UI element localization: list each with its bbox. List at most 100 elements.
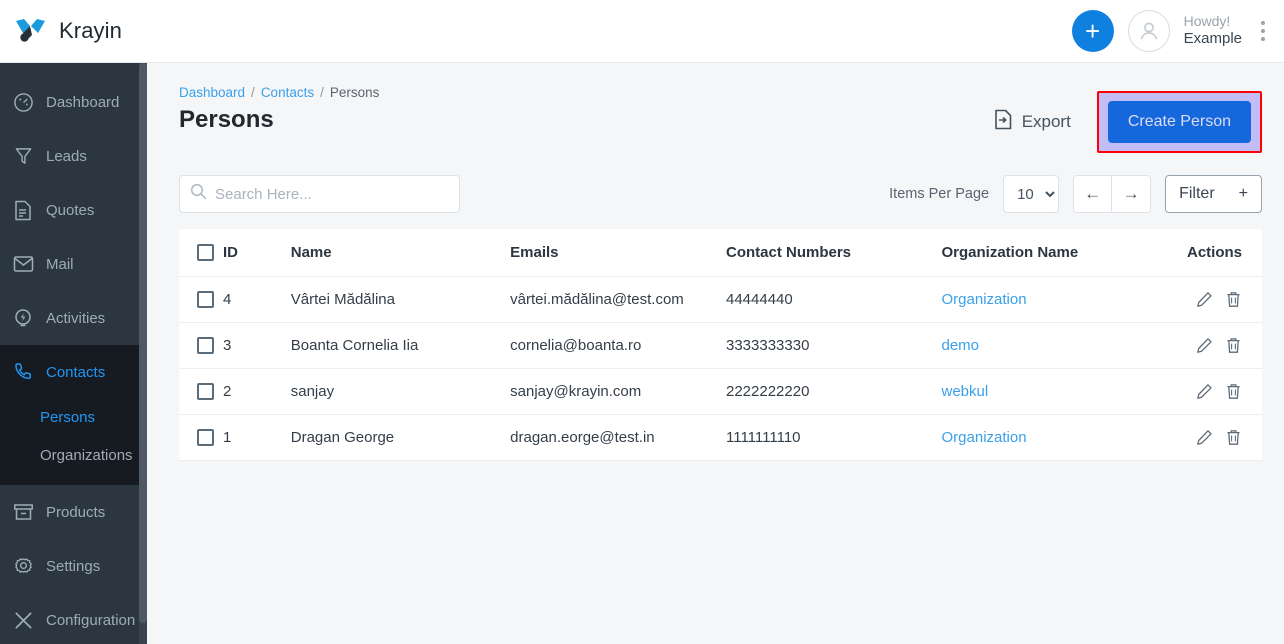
- breadcrumb-separator: /: [251, 85, 255, 100]
- cell-id: 2: [222, 368, 291, 415]
- previous-page-button[interactable]: ←: [1073, 175, 1113, 213]
- add-button[interactable]: +: [1071, 10, 1114, 52]
- sidebar-item-contacts[interactable]: Contacts: [0, 345, 147, 399]
- delete-icon[interactable]: [1225, 383, 1242, 400]
- body: Dashboard Leads Quotes Mail Activities C…: [0, 63, 1284, 644]
- pagination: ← →: [1073, 175, 1152, 213]
- box-icon: [12, 501, 34, 523]
- more-options-icon[interactable]: [1258, 17, 1268, 45]
- user-icon: [1140, 22, 1157, 40]
- sidebar-scrollbar-thumb[interactable]: [139, 63, 147, 623]
- main-content: Dashboard / Contacts / Persons Persons E…: [147, 63, 1284, 644]
- row-actions: [1187, 291, 1242, 308]
- funnel-icon: [12, 145, 34, 167]
- persons-table: ID Name Emails Contact Numbers Organizat…: [179, 229, 1262, 461]
- cell-name: Vârtei Mădălina: [290, 276, 511, 323]
- column-header-name[interactable]: Name: [290, 229, 511, 277]
- page-header-left: Dashboard / Contacts / Persons Persons: [179, 85, 379, 134]
- cell-organization: Organization: [941, 276, 1187, 323]
- sidebar-item-leads[interactable]: Leads: [0, 129, 147, 183]
- avatar[interactable]: [1127, 10, 1170, 52]
- row-checkbox[interactable]: [197, 383, 214, 400]
- create-person-button[interactable]: Create Person: [1107, 101, 1251, 143]
- sidebar-item-products[interactable]: Products: [0, 485, 147, 539]
- persons-table-card: ID Name Emails Contact Numbers Organizat…: [179, 229, 1262, 461]
- brand-name: Krayin: [59, 18, 122, 43]
- brand[interactable]: Krayin: [14, 17, 122, 45]
- items-per-page-select[interactable]: 10: [1003, 175, 1060, 213]
- table-row[interactable]: 4 Vârtei Mădălina vârtei.mădălina@test.c…: [179, 276, 1262, 323]
- organization-link[interactable]: demo: [942, 337, 980, 354]
- next-page-button[interactable]: →: [1112, 175, 1152, 213]
- sidebar-item-settings[interactable]: Settings: [0, 539, 147, 593]
- select-all-checkbox[interactable]: [197, 244, 214, 261]
- create-person-highlight: Create Person: [1096, 91, 1262, 153]
- sidebar-item-label: Quotes: [46, 201, 95, 219]
- bulb-icon: [12, 307, 34, 329]
- row-actions: [1187, 337, 1242, 354]
- cell-organization: webkul: [941, 368, 1187, 415]
- column-header-id[interactable]: ID: [222, 229, 291, 277]
- cell-id: 4: [222, 276, 291, 323]
- filter-button[interactable]: Filter +: [1165, 175, 1262, 213]
- sidebar-item-activities[interactable]: Activities: [0, 291, 147, 345]
- column-header-contact-numbers[interactable]: Contact Numbers: [726, 229, 942, 277]
- search-icon: [190, 183, 207, 205]
- app-root: Krayin + Howdy! Example Dashboard Leads …: [0, 0, 1284, 644]
- organization-link[interactable]: Organization: [942, 429, 1027, 446]
- cell-id: 3: [222, 322, 291, 369]
- sidebar-item-configuration[interactable]: Configuration: [0, 593, 147, 644]
- breadcrumb-dashboard[interactable]: Dashboard: [179, 85, 245, 100]
- dashboard-icon: [12, 91, 34, 113]
- delete-icon[interactable]: [1225, 429, 1242, 446]
- search-input[interactable]: [215, 185, 449, 203]
- export-label: Export: [1021, 112, 1071, 131]
- edit-icon[interactable]: [1196, 429, 1213, 446]
- edit-icon[interactable]: [1196, 291, 1213, 308]
- row-select-cell: [179, 322, 223, 369]
- row-actions: [1187, 429, 1242, 446]
- page-header: Dashboard / Contacts / Persons Persons E…: [179, 85, 1262, 153]
- organization-link[interactable]: Organization: [942, 291, 1027, 308]
- top-bar-right: + Howdy! Example: [1071, 10, 1268, 52]
- delete-icon[interactable]: [1225, 291, 1242, 308]
- edit-icon[interactable]: [1196, 337, 1213, 354]
- sidebar-group-contacts: Contacts Persons Organizations: [0, 345, 147, 485]
- sidebar-item-quotes[interactable]: Quotes: [0, 183, 147, 237]
- search-box[interactable]: [179, 175, 460, 213]
- table-row[interactable]: 3 Boanta Cornelia Iia cornelia@boanta.ro…: [179, 322, 1262, 369]
- edit-icon[interactable]: [1196, 383, 1213, 400]
- export-button[interactable]: Export: [984, 101, 1081, 143]
- table-row[interactable]: 2 sanjay sanjay@krayin.com 2222222220 we…: [179, 368, 1262, 415]
- cell-name: Dragan George: [290, 414, 511, 461]
- delete-icon[interactable]: [1225, 337, 1242, 354]
- column-header-organization-name[interactable]: Organization Name: [941, 229, 1187, 277]
- sidebar-item-label: Products: [46, 503, 106, 521]
- cell-actions: [1186, 276, 1262, 323]
- sidebar: Dashboard Leads Quotes Mail Activities C…: [0, 63, 147, 644]
- breadcrumb-contacts[interactable]: Contacts: [261, 85, 314, 100]
- sidebar-item-mail[interactable]: Mail: [0, 237, 147, 291]
- column-header-emails[interactable]: Emails: [510, 229, 726, 277]
- cell-email: dragan.eorge@test.in: [510, 414, 726, 461]
- row-checkbox[interactable]: [197, 429, 214, 446]
- breadcrumb-current: Persons: [329, 85, 380, 100]
- phone-icon: [12, 361, 34, 383]
- row-checkbox[interactable]: [197, 337, 214, 354]
- cell-organization: demo: [941, 322, 1187, 369]
- organization-link[interactable]: webkul: [942, 383, 989, 400]
- sidebar-scrollbar[interactable]: [139, 63, 147, 644]
- user-name: Example: [1183, 30, 1242, 48]
- user-greeting[interactable]: Howdy! Example: [1184, 13, 1244, 48]
- select-all-header: [179, 229, 223, 277]
- sidebar-item-dashboard[interactable]: Dashboard: [0, 75, 147, 129]
- sidebar-item-label: Leads: [46, 147, 87, 165]
- table-row[interactable]: 1 Dragan George dragan.eorge@test.in 111…: [179, 414, 1262, 461]
- sidebar-item-label: Mail: [46, 255, 74, 273]
- sidebar-item-organizations[interactable]: Organizations: [0, 437, 147, 475]
- items-per-page-label: Items Per Page: [889, 186, 990, 202]
- row-checkbox[interactable]: [197, 291, 214, 308]
- tools-icon: [12, 609, 34, 631]
- gear-icon: [12, 555, 34, 577]
- sidebar-item-persons[interactable]: Persons: [0, 399, 147, 437]
